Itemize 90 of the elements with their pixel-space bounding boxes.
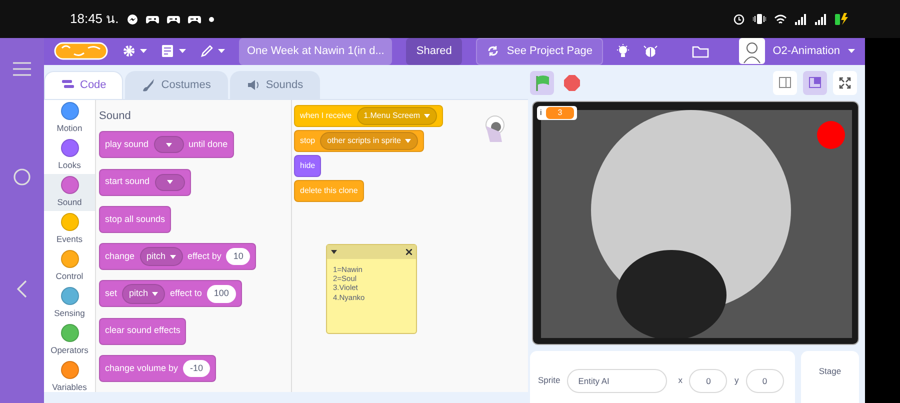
category-item[interactable]: Motion — [44, 100, 95, 136]
number-input[interactable]: 10 — [226, 248, 250, 266]
monitor-label: i — [540, 106, 542, 118]
flag-icon — [534, 74, 550, 90]
sound-block[interactable]: change volume by -10 — [99, 354, 216, 382]
number-input[interactable]: 100 — [206, 285, 236, 302]
stop-icon — [564, 74, 580, 90]
home-icon[interactable] — [13, 168, 31, 186]
username[interactable]: O2-Animation — [772, 43, 840, 60]
editor-tab[interactable]: Costumes — [125, 70, 228, 98]
category-item[interactable]: Events — [44, 210, 95, 248]
menu-icon[interactable] — [13, 62, 31, 76]
dropdown-caret-icon — [166, 180, 173, 184]
sound-block[interactable]: stop all sounds — [99, 206, 172, 233]
settings-icon — [122, 44, 136, 58]
dropdown-caret-icon — [424, 114, 430, 118]
caret-icon — [179, 49, 186, 54]
status-time: 18:45 น. — [70, 10, 119, 28]
signal-icon — [815, 14, 827, 24]
edit-icon — [200, 44, 214, 58]
large-stage-button[interactable] — [803, 70, 827, 94]
shared-button[interactable]: Shared — [406, 38, 462, 64]
x-field[interactable]: 0 — [689, 368, 728, 392]
caret-icon — [140, 49, 147, 54]
dropdown-caret-icon — [404, 138, 411, 142]
block-dropdown[interactable] — [154, 136, 184, 154]
bug-icon[interactable] — [643, 44, 658, 59]
caret-icon — [218, 49, 225, 54]
sprite-name-field[interactable]: Entity AI — [567, 368, 668, 392]
stage-panel[interactable]: Stage — [801, 350, 859, 403]
fullscreen-button[interactable] — [833, 70, 857, 94]
collapse-caret-icon[interactable] — [331, 250, 337, 254]
dropdown-caret-icon — [166, 142, 172, 147]
brush-icon — [142, 78, 156, 92]
folder-icon[interactable] — [692, 44, 709, 58]
signal-icon — [795, 14, 807, 24]
monitor-value: 3 — [546, 106, 574, 118]
caret-icon — [848, 49, 855, 54]
avatar-icon — [738, 38, 765, 64]
wifi-icon — [774, 14, 787, 24]
gamepad-icon — [146, 14, 159, 24]
sound-block[interactable]: set pitch effect to 100 — [99, 280, 242, 308]
block-dropdown[interactable]: pitch — [122, 284, 166, 304]
category-item[interactable]: Operators — [44, 322, 95, 358]
dropdown-caret-icon — [170, 254, 176, 258]
edit-menu[interactable] — [200, 44, 225, 58]
layout-icon — [779, 77, 791, 88]
editor-tab[interactable]: Sounds — [230, 70, 320, 98]
sprite-label: Sprite — [538, 374, 560, 387]
dot-icon — [208, 16, 214, 22]
chat-bubble-icon — [126, 14, 138, 24]
lightbulb-icon[interactable] — [617, 44, 630, 59]
sound-block[interactable]: play sound until done — [99, 131, 234, 158]
number-input[interactable]: -10 — [183, 360, 210, 377]
category-item[interactable]: Looks — [44, 136, 95, 174]
sound-block[interactable]: change pitch effect by 10 — [99, 243, 256, 270]
see-project-page-button[interactable]: See Project Page — [476, 38, 604, 64]
user-menu[interactable]: O2-Animation — [738, 38, 855, 64]
scratch-logo[interactable] — [54, 41, 108, 62]
script-block[interactable]: hide — [294, 154, 322, 176]
settings-menu[interactable] — [122, 44, 147, 58]
vibrate-icon — [753, 13, 766, 25]
category-item[interactable]: Variables — [44, 358, 95, 396]
project-title-field[interactable]: One Week at Nawin 1(in d... — [239, 38, 392, 64]
y-field[interactable]: 0 — [746, 368, 784, 392]
gamepad-icon — [188, 14, 201, 24]
back-icon[interactable] — [17, 280, 27, 298]
small-stage-button[interactable] — [773, 70, 797, 94]
sound-block[interactable]: start sound — [99, 168, 191, 196]
y-label: y — [734, 374, 739, 387]
alarm-icon — [733, 13, 745, 25]
block-dropdown[interactable] — [154, 174, 185, 190]
block-dropdown[interactable]: pitch — [140, 246, 183, 266]
layout-icon — [809, 77, 821, 88]
palette-heading: Sound — [99, 108, 132, 124]
gamepad-icon — [166, 14, 180, 24]
file-menu[interactable] — [161, 44, 186, 58]
category-item[interactable]: Control — [44, 248, 95, 284]
category-item[interactable]: Sensing — [44, 284, 95, 322]
close-icon[interactable] — [406, 248, 412, 254]
refresh-icon — [486, 45, 499, 58]
speaker-icon — [246, 78, 261, 92]
x-label: x — [678, 374, 682, 387]
category-item[interactable]: Sound — [44, 174, 95, 210]
sound-block[interactable]: clear sound effects — [99, 318, 186, 344]
fullscreen-icon — [839, 76, 851, 88]
stage-label: Stage — [818, 366, 842, 376]
editor-tab[interactable]: Code — [44, 70, 124, 98]
dropdown-caret-icon — [152, 292, 158, 296]
file-icon — [161, 44, 175, 58]
